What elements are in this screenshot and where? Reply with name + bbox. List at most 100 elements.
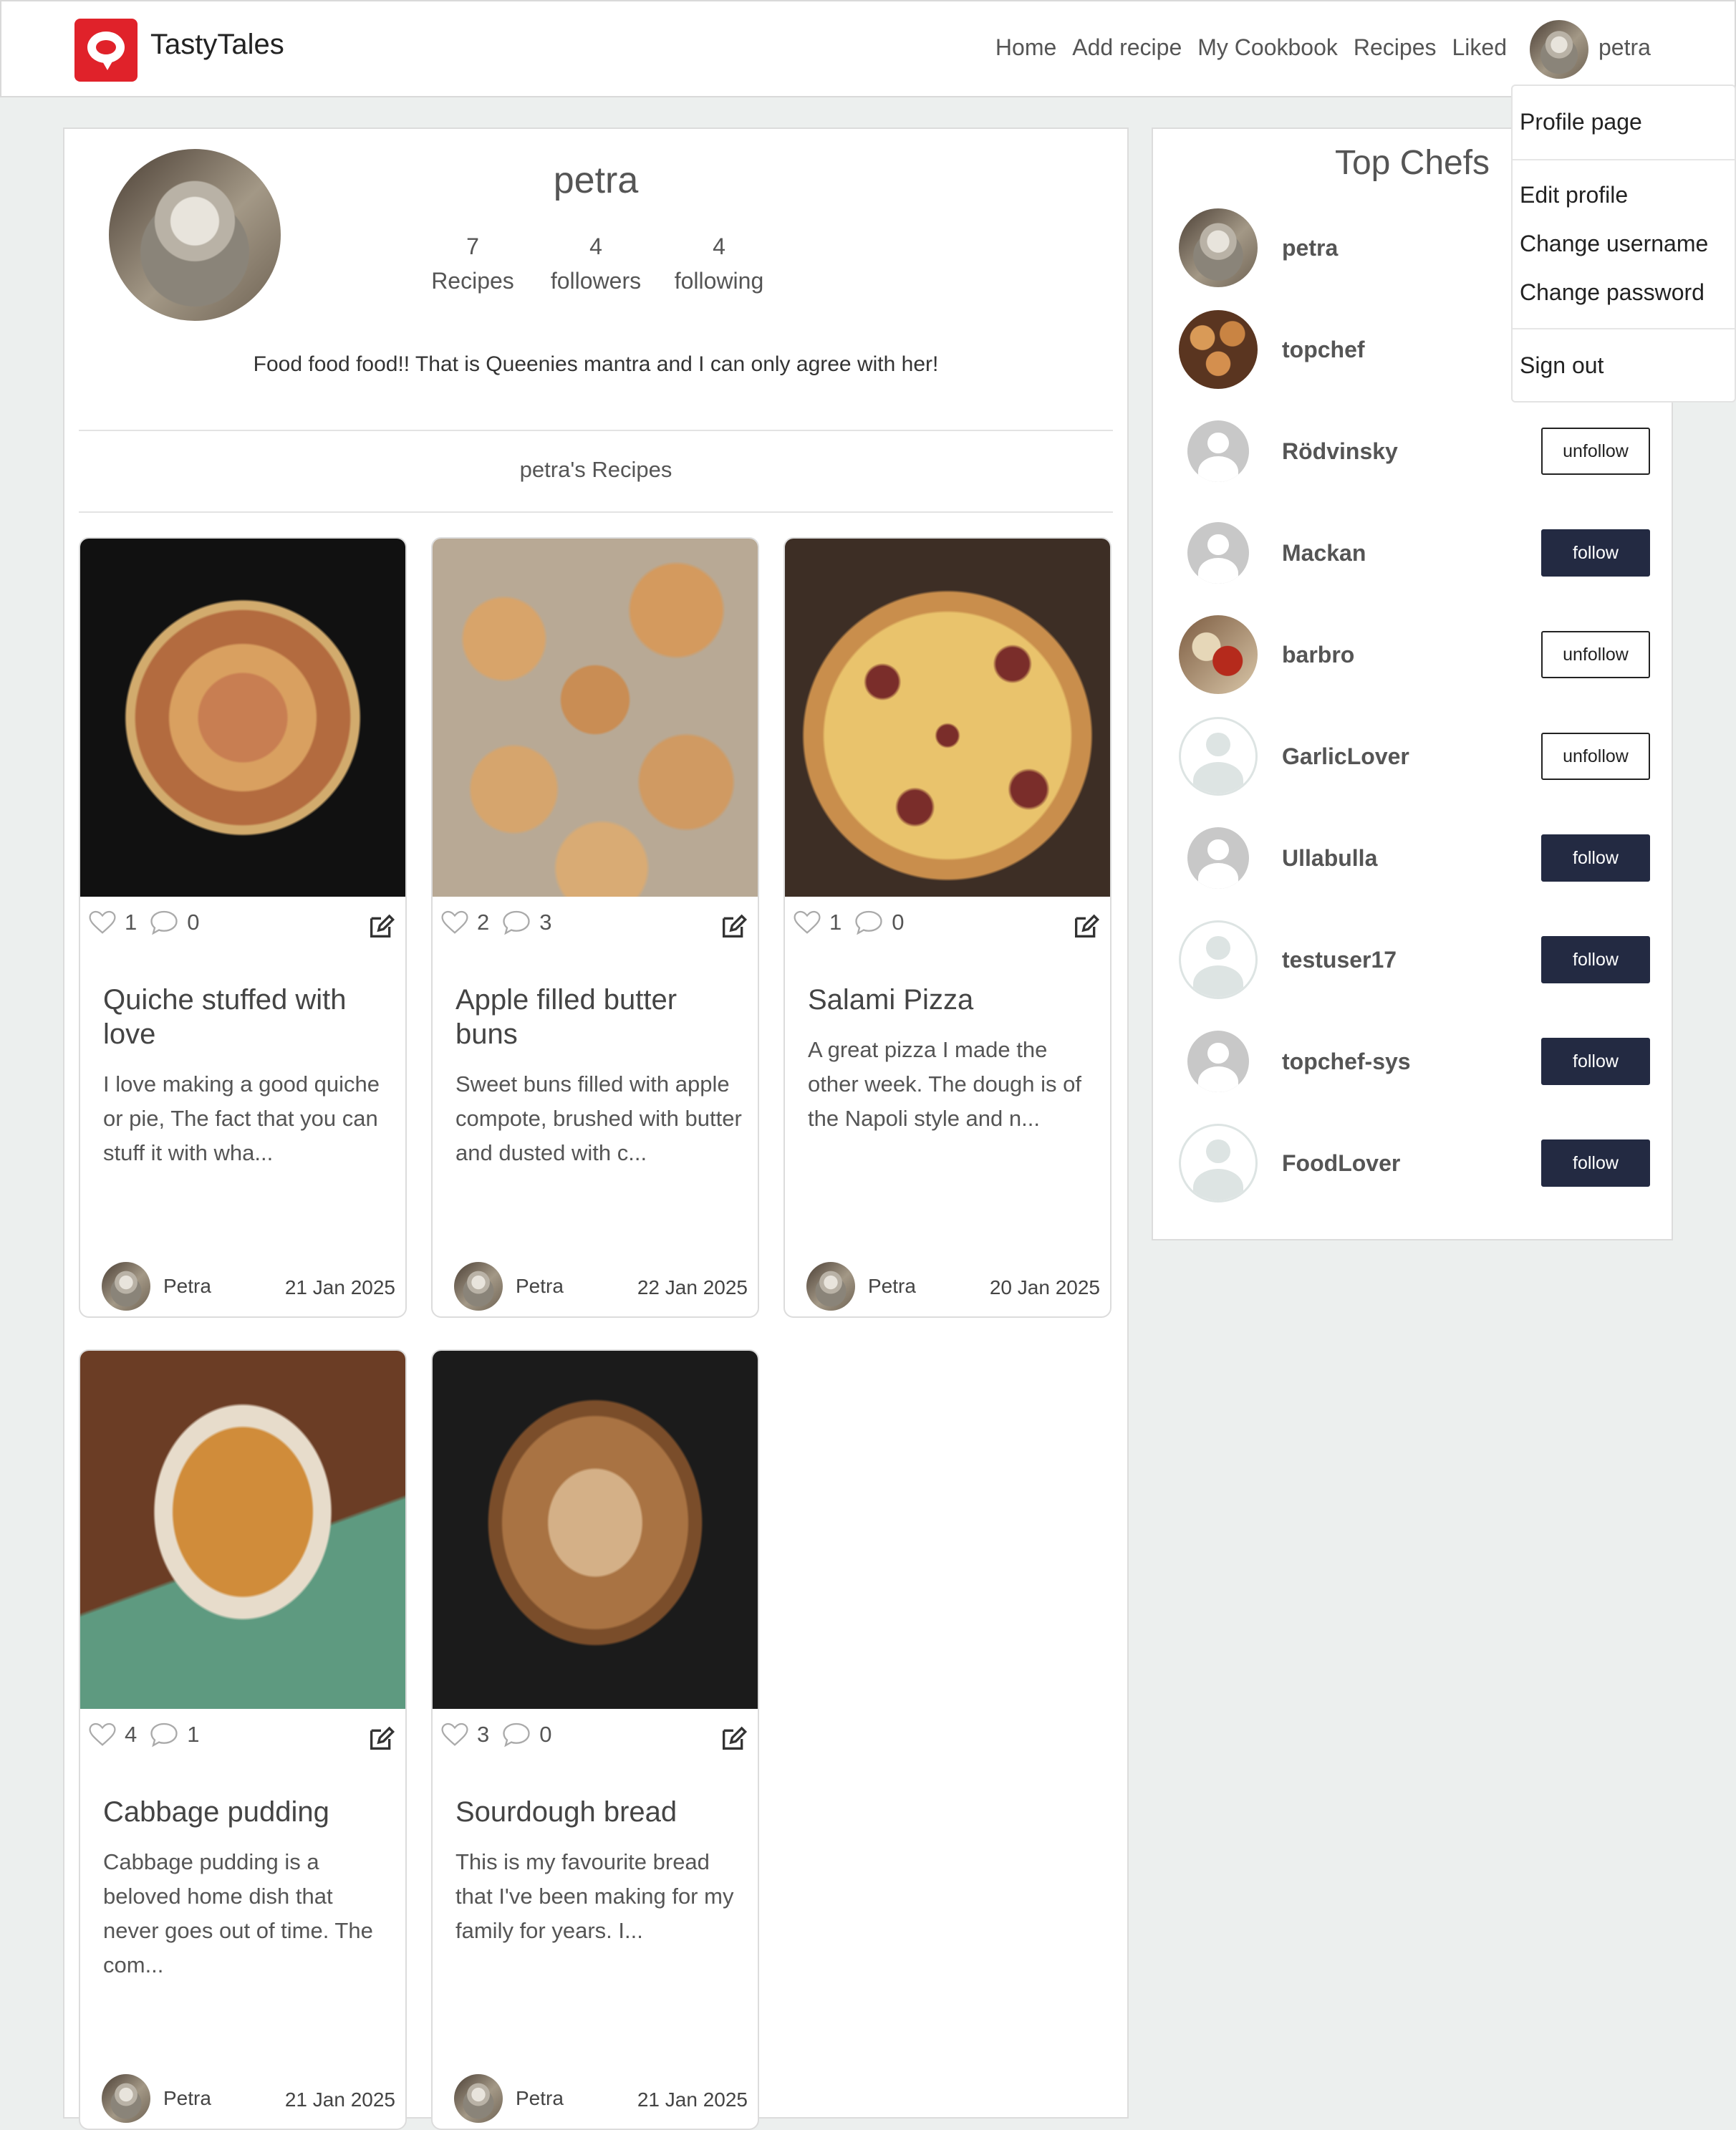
unfollow-button[interactable]: unfollow [1541,631,1650,678]
chef-avatar[interactable] [1179,310,1258,389]
chef-avatar[interactable] [1187,522,1249,584]
chef-avatar[interactable] [1179,615,1258,694]
recipe-title[interactable]: Apple filled butter buns [455,983,742,1051]
recipe-image[interactable] [785,539,1110,897]
recipe-description: I love making a good quiche or pie, The … [103,1071,380,1165]
chef-avatar[interactable] [1179,1124,1258,1203]
comment-count: 0 [892,910,905,935]
recipe-author: Petra [163,2087,211,2109]
chef-avatar[interactable] [1179,208,1258,287]
chef-name[interactable]: petra [1282,235,1338,261]
stat-followers[interactable]: 4 followers [539,229,653,298]
recipe-card[interactable]: 3 0 Sourdough bread This is my favourite… [431,1349,759,2130]
comment-icon[interactable] [854,909,883,936]
stat-following[interactable]: 4 following [662,229,776,298]
unfollow-button[interactable]: unfollow [1541,428,1650,475]
recipe-date: 21 Jan 2025 [637,2088,748,2111]
nav-liked[interactable]: Liked [1452,34,1508,61]
heart-icon[interactable] [441,1722,468,1748]
chef-name[interactable]: Rödvinsky [1282,438,1398,465]
recipe-title[interactable]: Quiche stuffed with love [103,983,390,1051]
recipe-card[interactable]: 2 3 Apple filled butter buns Sweet buns … [431,537,759,1318]
stat-recipes[interactable]: 7 Recipes [415,229,530,298]
nav-recipes[interactable]: Recipes [1354,34,1437,61]
recipe-author: Petra [163,1275,211,1297]
profile-bio: Food food food!! That is Queenies mantra… [253,352,939,376]
chef-name[interactable]: Mackan [1282,540,1366,567]
recipe-image[interactable] [80,539,405,897]
logo-icon[interactable] [74,19,138,82]
follow-button[interactable]: follow [1541,936,1650,983]
chef-name[interactable]: Ullabulla [1282,845,1377,872]
comment-icon[interactable] [150,1721,178,1748]
chef-avatar[interactable] [1179,717,1258,796]
menu-change-username[interactable]: Change username [1520,231,1708,257]
comment-count: 0 [187,910,200,935]
author-avatar [806,1262,855,1311]
recipe-date: 21 Jan 2025 [284,2088,395,2111]
chef-avatar[interactable] [1187,420,1249,482]
recipe-date: 20 Jan 2025 [989,1276,1100,1298]
edit-icon[interactable] [719,1725,748,1753]
comment-icon[interactable] [502,909,531,936]
heart-icon[interactable] [441,910,468,935]
stat-value: 4 [713,233,725,259]
menu-change-password[interactable]: Change password [1520,279,1704,306]
chef-avatar[interactable] [1179,920,1258,999]
follow-button[interactable]: follow [1541,834,1650,882]
recipe-image[interactable] [80,1351,405,1709]
recipe-stats: 2 3 [441,908,552,937]
chef-name[interactable]: testuser17 [1282,947,1397,973]
nav-username[interactable]: petra [1598,34,1651,61]
recipe-stats: 1 0 [794,908,905,937]
follow-button[interactable]: follow [1541,529,1650,577]
recipe-card[interactable]: 1 0 Salami Pizza A great pizza I made th… [783,537,1111,1318]
recipe-title[interactable]: Cabbage pudding [103,1795,390,1829]
comment-icon[interactable] [502,1721,531,1748]
heart-icon[interactable] [794,910,821,935]
stat-label: followers [550,268,642,294]
menu-edit-profile[interactable]: Edit profile [1520,182,1628,208]
chef-avatar[interactable] [1187,827,1249,889]
profile-panel: petra 7 Recipes 4 followers 4 following … [63,127,1129,2130]
chef-name[interactable]: GarlicLover [1282,743,1409,770]
stat-value: 7 [466,233,479,259]
chef-name[interactable]: topchef-sys [1282,1049,1411,1075]
recipe-description: This is my favourite bread that I've bee… [455,1849,734,1943]
heart-icon[interactable] [89,1722,116,1748]
chef-name[interactable]: topchef [1282,337,1365,363]
heart-icon[interactable] [89,910,116,935]
nav-links: Home Add recipe My Cookbook Recipes Like… [995,34,1507,61]
edit-icon[interactable] [367,1725,395,1753]
recipe-title[interactable]: Salami Pizza [808,983,1094,1017]
edit-icon[interactable] [367,912,395,941]
recipe-stats: 3 0 [441,1720,552,1749]
follow-button[interactable]: follow [1541,1139,1650,1187]
comment-icon[interactable] [150,909,178,936]
recipe-image[interactable] [433,1351,758,1709]
user-avatar[interactable] [1530,20,1588,79]
edit-icon[interactable] [1071,912,1100,941]
menu-profile-page[interactable]: Profile page [1520,109,1642,135]
brand-name[interactable]: TastyTales [150,29,284,61]
like-count: 1 [125,910,138,935]
unfollow-button[interactable]: unfollow [1541,733,1650,780]
recipe-description: A great pizza I made the other week. The… [808,1037,1082,1131]
follow-button[interactable]: follow [1541,1038,1650,1085]
recipe-image[interactable] [433,539,758,897]
chef-avatar[interactable] [1187,1031,1249,1092]
recipe-card[interactable]: 1 0 Quiche stuffed with love I love maki… [79,537,407,1318]
recipe-stats: 1 0 [89,908,200,937]
chef-name[interactable]: barbro [1282,642,1354,668]
chef-name[interactable]: FoodLover [1282,1150,1400,1177]
stat-label: following [674,268,764,294]
menu-sign-out[interactable]: Sign out [1520,352,1604,379]
recipe-title[interactable]: Sourdough bread [455,1795,742,1829]
edit-icon[interactable] [719,912,748,941]
nav-home[interactable]: Home [995,34,1056,61]
nav-my-cookbook[interactable]: My Cookbook [1197,34,1338,61]
like-count: 2 [477,910,490,935]
nav-add-recipe[interactable]: Add recipe [1072,34,1182,61]
comment-count: 1 [187,1722,200,1747]
recipe-card[interactable]: 4 1 Cabbage pudding Cabbage pudding is a… [79,1349,407,2130]
